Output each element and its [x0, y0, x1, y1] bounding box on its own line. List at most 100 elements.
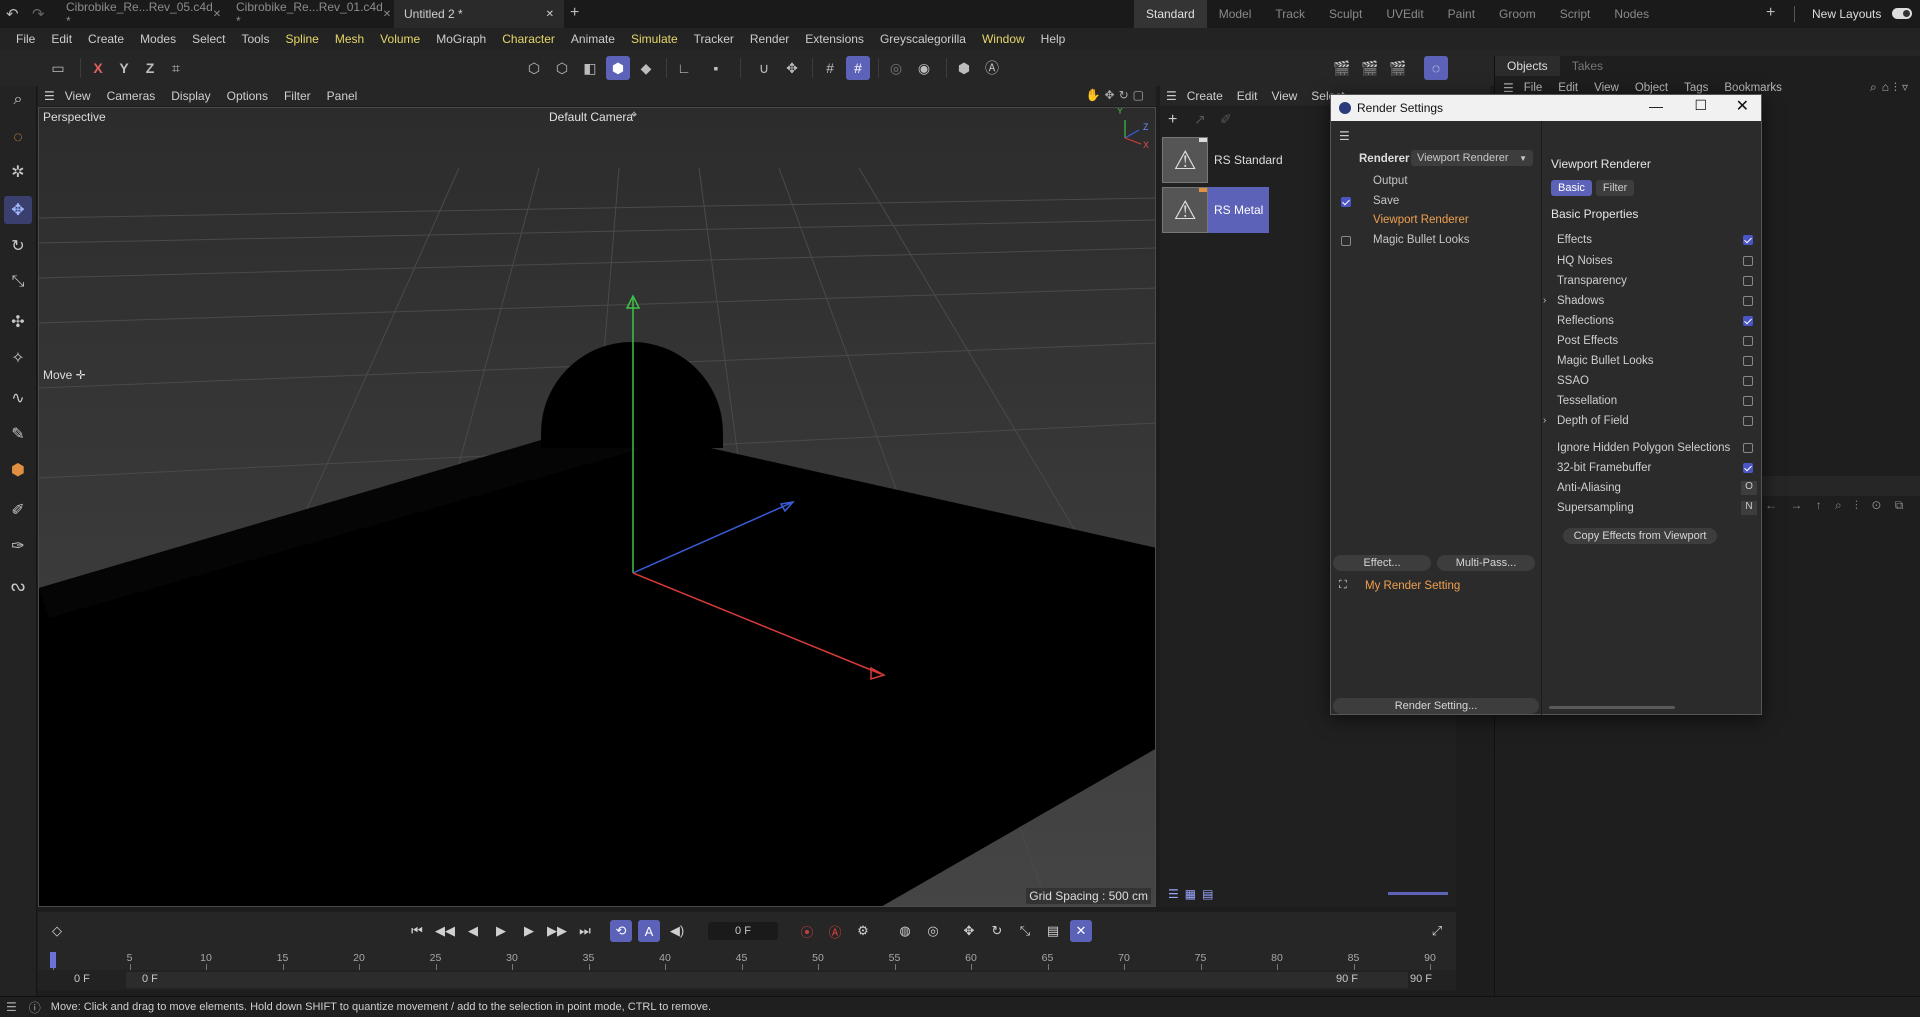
menu-render[interactable]: Render [742, 28, 797, 50]
snap-settings-icon[interactable]: ✥ [780, 56, 804, 80]
loop-icon[interactable]: ⟲ [610, 920, 632, 942]
property-checkbox[interactable] [1743, 376, 1753, 386]
layout-tab-paint[interactable]: Paint [1436, 0, 1487, 28]
menu-mograph[interactable]: MoGraph [428, 28, 494, 50]
expand-arrow-icon[interactable]: › [1543, 415, 1546, 426]
menu-help[interactable]: Help [1033, 28, 1074, 50]
placement-tool-icon[interactable]: ✧ [4, 344, 32, 372]
grid-snap-icon[interactable]: # [846, 56, 870, 80]
rotate-tool-icon[interactable]: ↻ [4, 232, 32, 260]
menu-animate[interactable]: Animate [563, 28, 623, 50]
menu-spline[interactable]: Spline [277, 28, 326, 50]
primitive-cube-icon[interactable]: ⬢ [4, 456, 32, 484]
tab-takes[interactable]: Takes [1560, 56, 1615, 76]
material-menu-create[interactable]: Create [1187, 89, 1223, 103]
frame-range-slider[interactable] [126, 972, 1408, 988]
material-hamburger-icon[interactable]: ☰ [1166, 89, 1177, 103]
menu-select[interactable]: Select [184, 28, 233, 50]
render-view-icon[interactable]: ⬢ [952, 56, 976, 80]
property-checkbox[interactable] [1743, 296, 1753, 306]
layout-tab-model[interactable]: Model [1207, 0, 1264, 28]
x-axis-lock-button[interactable]: X [86, 56, 110, 80]
viewport-navigation-icons[interactable]: ✋✥↻▢ [1086, 88, 1148, 102]
next-frame-icon[interactable]: ▶ [518, 920, 540, 942]
menu-greyscalegorilla[interactable]: Greyscalegorilla [872, 28, 974, 50]
menu-mesh[interactable]: Mesh [327, 28, 372, 50]
menu-volume[interactable]: Volume [372, 28, 428, 50]
property-checkbox[interactable] [1743, 256, 1753, 266]
layout-tab-sculpt[interactable]: Sculpt [1317, 0, 1374, 28]
objects-hamburger-icon[interactable]: ☰ [1503, 81, 1514, 95]
coordinate-system-icon[interactable]: ⌗ [164, 56, 188, 80]
expand-arrow-icon[interactable]: › [1543, 295, 1546, 306]
y-axis-lock-button[interactable]: Y [112, 56, 136, 80]
menu-tools[interactable]: Tools [233, 28, 277, 50]
sketch-tool-icon[interactable]: ✎ [4, 420, 32, 448]
model-mode-icon[interactable]: ⬢ [606, 56, 630, 80]
dopesheet-icon[interactable]: ◎ [922, 920, 944, 942]
next-key-icon[interactable]: ▶▶ [546, 920, 568, 942]
brush-tool-icon[interactable]: ✐ [4, 496, 32, 524]
record-icon[interactable]: ⦿ [796, 920, 818, 942]
layout-tab-nodes[interactable]: Nodes [1602, 0, 1661, 28]
undo-icon[interactable]: ↶ [6, 5, 19, 23]
material-link-icon[interactable]: ↗ [1194, 111, 1206, 128]
start-frame-field[interactable]: 0 F [74, 973, 90, 985]
viewport-menu-display[interactable]: Display [171, 89, 210, 103]
property-checkbox[interactable] [1743, 235, 1753, 245]
horizontal-scrollbar[interactable] [1549, 706, 1675, 709]
objects-menu-object[interactable]: Object [1635, 82, 1668, 94]
viewport-menu-options[interactable]: Options [227, 89, 268, 103]
objects-toolbar-icons[interactable]: ⌕⌂⫶▿ [1870, 80, 1913, 95]
objects-menu-edit[interactable]: Edit [1558, 82, 1578, 94]
live-selection-icon[interactable]: ◌ [4, 124, 32, 152]
selection-tool-icon[interactable]: ✲ [4, 158, 32, 186]
property-value-dropdown[interactable]: N [1741, 501, 1757, 515]
soft-selection-icon[interactable]: ◎ [884, 56, 908, 80]
edge-mode-icon[interactable]: ⬡ [550, 56, 574, 80]
menu-modes[interactable]: Modes [132, 28, 184, 50]
autokey-icon[interactable]: Ⓐ [824, 920, 846, 942]
viewport-hamburger-icon[interactable]: ☰ [44, 89, 55, 103]
point-mode-icon[interactable]: ⬡ [522, 56, 546, 80]
property-checkbox[interactable] [1743, 463, 1753, 473]
viewport-projection-label[interactable]: Perspective [43, 110, 106, 124]
search-icon[interactable]: ⌕ [4, 86, 32, 114]
axis-mode-icon[interactable]: ∟ [672, 56, 696, 80]
layout-tab-uvedit[interactable]: UVEdit [1374, 0, 1435, 28]
close-tab-icon[interactable]: ✕ [383, 9, 391, 20]
keyframe-icon[interactable]: ◇ [46, 920, 68, 942]
close-tab-icon[interactable]: ✕ [546, 9, 554, 20]
menu-window[interactable]: Window [974, 28, 1033, 50]
property-value-dropdown[interactable]: O [1741, 481, 1757, 495]
objects-menu-file[interactable]: File [1524, 82, 1543, 94]
scale-key-icon[interactable]: ⤡ [1014, 920, 1036, 942]
previous-key-icon[interactable]: ◀◀ [434, 920, 456, 942]
objects-menu-bookmarks[interactable]: Bookmarks [1724, 82, 1782, 94]
rotation-key-icon[interactable]: ↻ [986, 920, 1008, 942]
redshift-icon[interactable]: ◌ [1424, 56, 1448, 80]
scale-tool-icon[interactable]: ⤡ [4, 268, 32, 296]
material-menu-view[interactable]: View [1271, 89, 1297, 103]
objects-menu-tags[interactable]: Tags [1684, 82, 1708, 94]
layout-tab-standard[interactable]: Standard [1134, 0, 1207, 28]
edit-render-settings-icon[interactable]: 🎬 [1386, 56, 1410, 80]
material-view-mode-icons[interactable]: ☰▦▤ [1168, 887, 1219, 901]
tab-objects[interactable]: Objects [1495, 56, 1560, 76]
attributes-nav-icons[interactable]: ← → ↑ ⌕ ⫶ ⊙ ⧉ [1765, 498, 1908, 513]
viewport-solo-icon[interactable]: ◉ [912, 56, 936, 80]
viewport-camera-label[interactable]: Default Camera [549, 110, 633, 124]
menu-tracker[interactable]: Tracker [686, 28, 742, 50]
render-setting-button[interactable]: Render Setting... [1333, 698, 1539, 714]
fcurve-icon[interactable]: ⤢ [1426, 920, 1448, 942]
viewport-menu-panel[interactable]: Panel [327, 89, 358, 103]
z-axis-lock-button[interactable]: Z [138, 56, 162, 80]
workplane-icon[interactable]: # [818, 56, 842, 80]
selection-filter-icon[interactable]: ▭ [46, 56, 70, 80]
material-menu-edit[interactable]: Edit [1237, 89, 1258, 103]
tweak-mode-icon[interactable]: ▪ [704, 56, 728, 80]
layout-tab-groom[interactable]: Groom [1487, 0, 1548, 28]
end-frame-field[interactable]: 90 F [1410, 973, 1432, 985]
status-menu-icon[interactable]: ☰ [6, 1000, 17, 1014]
motion-record-icon[interactable]: ◍ [894, 920, 916, 942]
